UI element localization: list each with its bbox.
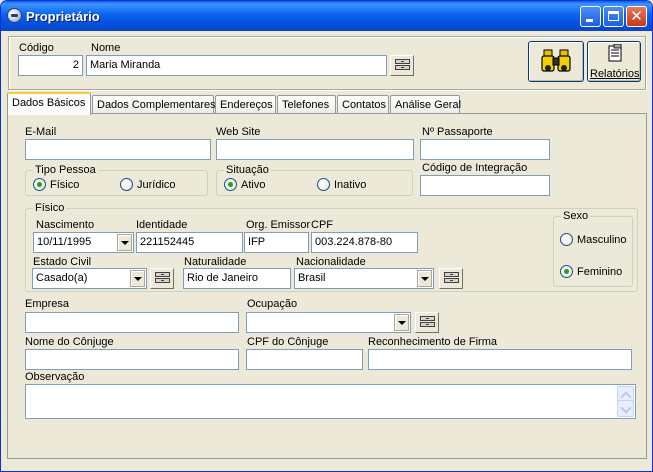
ocupacao-label: Ocupação	[247, 298, 298, 310]
fisico-title: Físico	[33, 202, 67, 214]
binoculars-icon	[541, 49, 571, 72]
identidade-label: Identidade	[136, 219, 188, 231]
cpf-conjuge-label: CPF do Cônjuge	[247, 336, 329, 348]
maximize-icon	[608, 11, 619, 21]
naturalidade-label: Naturalidade	[184, 256, 247, 268]
radio-juridico-label: Jurídico	[137, 178, 176, 191]
maximize-button[interactable]	[603, 6, 624, 27]
nome-label: Nome	[91, 42, 121, 54]
codigo-integracao-label: Código de Integração	[422, 162, 528, 174]
search-button[interactable]	[528, 41, 584, 82]
empresa-label: Empresa	[25, 298, 70, 310]
observacao-label: Observação	[25, 371, 85, 383]
close-button[interactable]: ✕	[626, 6, 647, 27]
relatorios-button[interactable]: Relatórios	[587, 41, 641, 82]
relatorios-label: Relatórios	[590, 68, 640, 80]
radio-inativo[interactable]: Inativo	[317, 178, 366, 191]
chevron-down-icon[interactable]	[394, 314, 409, 331]
nascimento-label: Nascimento	[36, 219, 95, 231]
website-field[interactable]	[216, 139, 414, 160]
org-emissor-field[interactable]: IFP	[244, 232, 309, 253]
passaporte-label: Nº Passaporte	[422, 126, 493, 138]
proprietario-window: Proprietário ✕ Código 2 Nome Maria Miran…	[0, 0, 653, 472]
tab-contatos[interactable]: Contatos	[337, 95, 389, 114]
radio-fisico[interactable]: Físico	[33, 178, 79, 191]
passaporte-field[interactable]	[420, 139, 550, 160]
nacionalidade-label: Nacionalidade	[296, 256, 366, 268]
email-field[interactable]	[25, 139, 211, 160]
chevron-down-icon[interactable]	[417, 270, 432, 287]
sexo-title: Sexo	[561, 210, 591, 222]
reconhecimento-label: Reconhecimento de Firma	[368, 336, 498, 348]
nome-conjuge-label: Nome do Cônjuge	[25, 336, 114, 348]
codigo-label: Código	[19, 42, 54, 54]
tab-enderecos[interactable]: Endereços	[215, 95, 276, 114]
nascimento-value: 10/11/1995	[37, 236, 92, 248]
cpf-field[interactable]: 003.224.878-80	[311, 232, 418, 253]
website-label: Web Site	[216, 126, 261, 138]
estado-civil-select[interactable]: Casado(a)	[32, 268, 147, 289]
email-label: E-Mail	[25, 126, 57, 138]
ocupacao-select[interactable]	[246, 312, 411, 333]
cpf-conjuge-field[interactable]	[246, 349, 363, 370]
radio-ativo-dot	[224, 178, 237, 191]
nome-field[interactable]: Maria Miranda	[86, 55, 387, 76]
cabinet-icon	[444, 272, 459, 285]
radio-feminino[interactable]: Feminino	[560, 265, 622, 278]
tipo-pessoa-title: Tipo Pessoa	[33, 164, 98, 176]
nacionalidade-select[interactable]: Brasil	[294, 268, 434, 289]
radio-inativo-label: Inativo	[334, 178, 367, 191]
radio-masculino-dot	[560, 233, 573, 246]
nacionalidade-lookup-button[interactable]	[439, 268, 463, 289]
tab-telefones[interactable]: Telefones	[277, 95, 336, 114]
naturalidade-field[interactable]: Rio de Janeiro	[183, 268, 291, 289]
reconhecimento-field[interactable]	[368, 349, 632, 370]
chevron-down-icon[interactable]	[117, 234, 132, 251]
scroll-down-icon[interactable]	[617, 400, 634, 417]
chevron-down-icon[interactable]	[130, 270, 145, 287]
observacao-textarea[interactable]	[25, 384, 636, 419]
identidade-field[interactable]: 221152445	[136, 232, 243, 253]
ocupacao-lookup-button[interactable]	[415, 312, 439, 333]
title-bar[interactable]: Proprietário ✕	[1, 1, 652, 31]
nome-lookup-button[interactable]	[390, 55, 414, 76]
estado-civil-label: Estado Civil	[33, 256, 92, 268]
tab-analise-geral[interactable]: Análise Geral	[390, 95, 461, 114]
radio-fisico-label: Físico	[50, 178, 80, 191]
report-icon	[608, 44, 622, 62]
minimize-button[interactable]	[580, 6, 601, 27]
nacionalidade-value: Brasil	[298, 272, 326, 284]
app-icon[interactable]	[7, 8, 22, 23]
cpf-label: CPF	[311, 219, 333, 231]
radio-feminino-label: Feminino	[577, 265, 623, 278]
tab-dados-basicos[interactable]: Dados Básicos	[7, 92, 91, 115]
window-title: Proprietário	[26, 9, 100, 24]
codigo-field[interactable]: 2	[18, 55, 83, 76]
radio-juridico-dot	[120, 178, 133, 191]
radio-masculino[interactable]: Masculino	[560, 233, 627, 246]
nascimento-date-picker[interactable]: 10/11/1995	[33, 232, 134, 253]
estado-civil-value: Casado(a)	[36, 272, 88, 284]
radio-ativo-label: Ativo	[241, 178, 266, 191]
radio-masculino-label: Masculino	[577, 233, 627, 246]
org-emissor-label: Org. Emissor	[246, 219, 311, 231]
cabinet-icon	[155, 272, 170, 285]
radio-fisico-dot	[33, 178, 46, 191]
situacao-title: Situação	[224, 164, 271, 176]
radio-inativo-dot	[317, 178, 330, 191]
estado-civil-lookup-button[interactable]	[150, 268, 174, 289]
radio-juridico[interactable]: Jurídico	[120, 178, 176, 191]
tab-dados-complementares[interactable]: Dados Complementares	[92, 95, 216, 114]
minimize-icon	[586, 19, 593, 22]
empresa-field[interactable]	[25, 312, 239, 333]
close-icon: ✕	[630, 8, 643, 25]
cabinet-icon	[420, 316, 435, 329]
nome-conjuge-field[interactable]	[25, 349, 239, 370]
radio-ativo[interactable]: Ativo	[224, 178, 265, 191]
radio-feminino-dot	[560, 265, 573, 278]
observacao-scrollbar[interactable]	[617, 386, 634, 417]
codigo-integracao-field[interactable]	[420, 175, 550, 196]
cabinet-icon	[395, 59, 410, 72]
